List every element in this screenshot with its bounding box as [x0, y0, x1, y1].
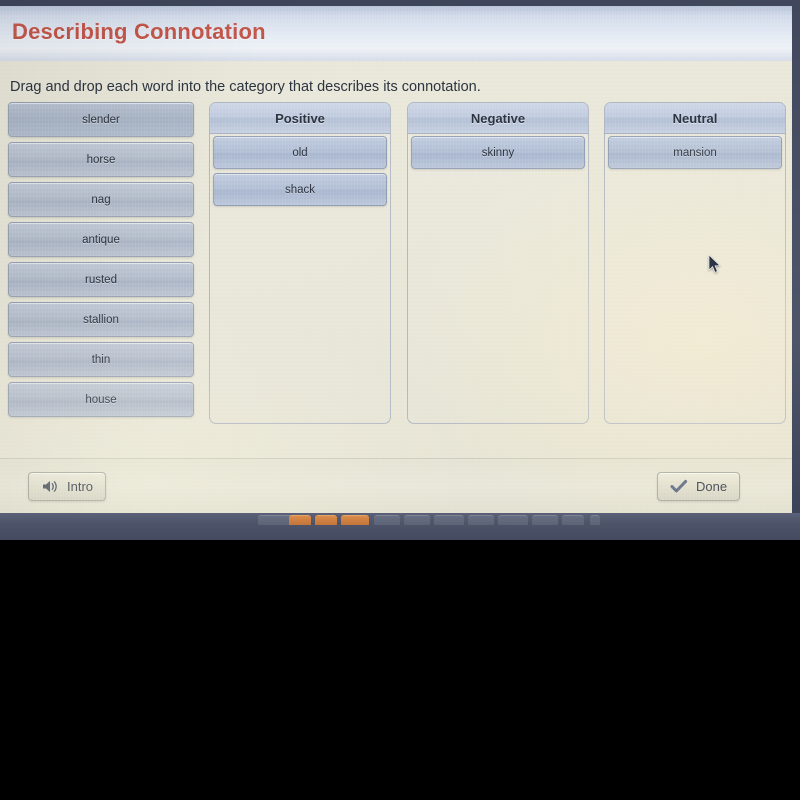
photographed-screen: Describing Connotation Drag and drop eac… — [0, 0, 800, 800]
category-header-label: Positive — [275, 110, 325, 126]
dropped-word-tile[interactable]: shack — [213, 173, 387, 206]
chrome-tab[interactable] — [468, 515, 494, 525]
chrome-tab-active[interactable] — [341, 515, 369, 525]
dropped-word-tile[interactable]: old — [213, 136, 387, 169]
chrome-tab[interactable] — [498, 515, 528, 525]
application-screen: Describing Connotation Drag and drop eac… — [0, 6, 792, 513]
word-tile[interactable]: nag — [8, 182, 194, 217]
word-tile[interactable]: antique — [8, 222, 194, 257]
word-tile[interactable]: rusted — [8, 262, 194, 297]
word-tile-label: nag — [91, 193, 111, 206]
intro-button-label: Intro — [67, 479, 94, 494]
chrome-tab-active[interactable] — [315, 515, 337, 525]
intro-button[interactable]: Intro — [28, 472, 107, 501]
category-drop-list[interactable]: skinny — [411, 136, 585, 173]
lesson-header: Describing Connotation — [0, 6, 792, 61]
done-button-label: Done — [696, 479, 728, 494]
speaker-icon — [41, 479, 59, 495]
category-column-neutral[interactable]: Neutral mansion — [604, 102, 786, 424]
word-tile-label: stallion — [83, 313, 119, 326]
chrome-tab[interactable] — [562, 515, 584, 525]
category-header-label: Negative — [470, 110, 526, 126]
word-tile[interactable]: horse — [8, 142, 194, 177]
category-drop-list[interactable]: mansion — [608, 136, 782, 173]
done-button[interactable]: Done — [657, 472, 741, 501]
lower-chrome-strip — [0, 513, 800, 540]
word-tile-label: antique — [82, 233, 120, 246]
word-tile[interactable]: stallion — [8, 302, 194, 337]
word-tile[interactable]: slender — [8, 102, 194, 137]
page-title: Describing Connotation — [12, 19, 266, 44]
instructions-text: Drag and drop each word into the categor… — [10, 79, 481, 95]
dropped-word-label: skinny — [481, 146, 515, 159]
category-header-label: Neutral — [672, 110, 718, 126]
category-header: Positive — [210, 103, 390, 134]
chrome-tab[interactable] — [532, 515, 558, 525]
checkmark-icon — [670, 479, 688, 495]
chrome-tab[interactable] — [590, 515, 600, 525]
chrome-tab-active[interactable] — [289, 515, 311, 525]
word-tile[interactable]: thin — [8, 342, 194, 377]
dropped-word-tile[interactable]: skinny — [411, 136, 585, 169]
dropped-word-label: shack — [284, 183, 316, 196]
word-bank: slender horse nag antique rusted stallio… — [8, 102, 194, 422]
word-tile-label: house — [85, 393, 117, 406]
action-bar: Intro Done — [0, 458, 792, 513]
activity-content: Drag and drop each word into the categor… — [0, 61, 792, 458]
word-tile-label: slender — [82, 113, 120, 126]
word-tile-label: horse — [86, 153, 116, 166]
category-header: Negative — [408, 103, 588, 134]
chrome-tab[interactable] — [374, 515, 400, 525]
category-header: Neutral — [605, 103, 785, 134]
chrome-tab[interactable] — [404, 515, 430, 525]
dropped-word-label: mansion — [673, 146, 717, 159]
word-tile-label: rusted — [85, 273, 117, 286]
word-tile-label: thin — [91, 353, 111, 366]
word-tile[interactable]: house — [8, 382, 194, 417]
category-column-negative[interactable]: Negative skinny — [407, 102, 589, 424]
dropped-word-label: old — [292, 146, 308, 159]
category-drop-list[interactable]: old shack — [213, 136, 387, 210]
chrome-tab[interactable] — [434, 515, 464, 525]
category-column-positive[interactable]: Positive old shack — [209, 102, 391, 424]
dropped-word-tile[interactable]: mansion — [608, 136, 782, 169]
